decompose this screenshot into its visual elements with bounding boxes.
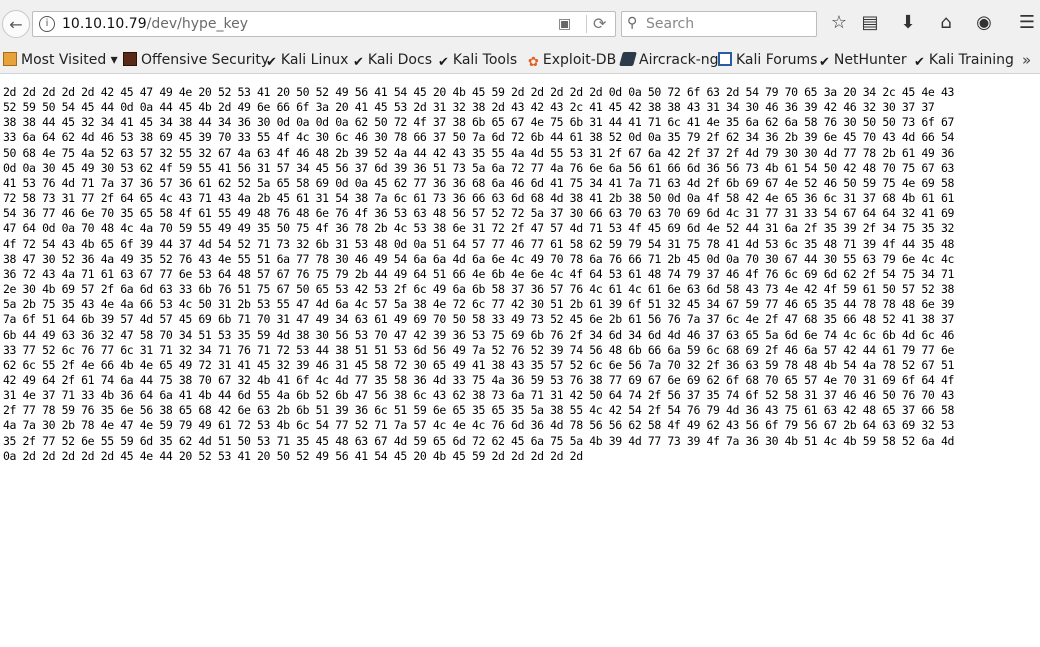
hex-line: 6b 44 49 63 36 32 47 58 70 34 51 53 35 5…	[3, 327, 954, 342]
hex-line: 62 6c 55 2f 4e 66 4b 4e 65 49 72 31 41 4…	[3, 357, 954, 372]
kali-dragon-icon: ✔	[914, 55, 925, 70]
hex-line: 50 68 4e 75 4a 52 63 57 32 55 32 67 4a 6…	[3, 145, 954, 160]
hex-line: 2e 30 4b 69 57 2f 6a 6d 63 33 6b 76 51 7…	[3, 282, 954, 297]
folder-icon	[3, 52, 17, 66]
bookmark-offensive-security[interactable]: Offensive Security	[123, 52, 269, 68]
reload-icon[interactable]: ⟳	[593, 14, 606, 33]
hex-line: 72 58 73 31 77 2f 64 65 4c 43 71 43 4a 2…	[3, 191, 954, 206]
hex-line: 33 6a 64 62 4d 46 53 38 69 45 39 70 33 5…	[3, 130, 954, 145]
forum-icon	[718, 52, 732, 66]
navigation-toolbar: ← i 10.10.10.79/dev/hype_key ▣ ⟳ ⚲ Searc…	[0, 0, 1040, 48]
url-bar-divider	[586, 15, 587, 33]
hex-line: 33 77 52 6c 76 77 6c 31 71 32 34 71 76 7…	[3, 342, 954, 357]
hex-line: 38 38 44 45 32 34 41 45 34 38 44 34 36 3…	[3, 115, 954, 130]
kali-dragon-icon: ✔	[438, 55, 449, 70]
hex-line: 47 64 0d 0a 70 48 4c 4a 70 59 55 49 49 3…	[3, 221, 954, 236]
menu-icon[interactable]: ☰	[1016, 12, 1038, 34]
url-text[interactable]: 10.10.10.79/dev/hype_key	[62, 16, 248, 32]
hex-line: 5a 2b 75 35 43 4e 4a 66 53 4c 50 31 2b 5…	[3, 297, 954, 312]
bookmark-kali-docs[interactable]: ✔ Kali Docs	[353, 52, 432, 70]
aircrack-icon	[619, 52, 637, 66]
library-icon[interactable]: ▤	[859, 12, 881, 34]
bookmark-label: Most Visited	[21, 52, 107, 68]
bookmark-label: Exploit-DB	[542, 52, 617, 68]
back-arrow-icon: ←	[9, 14, 23, 34]
hex-line: 0d 0a 30 45 49 30 53 62 4f 59 55 41 56 3…	[3, 160, 954, 175]
home-icon[interactable]: ⌂	[935, 12, 957, 34]
hex-line: 38 47 30 52 36 4a 49 35 52 76 43 4e 55 5…	[3, 251, 954, 266]
bookmark-label: Kali Tools	[452, 52, 518, 68]
bookmark-exploit-db[interactable]: ✿ Exploit-DB	[528, 52, 616, 70]
bookmark-nethunter[interactable]: ✔ NetHunter	[819, 52, 907, 70]
hex-line: 2f 77 78 59 76 35 6e 56 38 65 68 42 6e 6…	[3, 403, 954, 418]
offsec-icon	[123, 52, 137, 66]
url-host: 10.10.10.79	[62, 16, 147, 32]
kali-dragon-icon: ✔	[266, 55, 277, 70]
hex-line: 35 2f 77 52 6e 55 59 6d 35 62 4d 51 50 5…	[3, 433, 954, 448]
site-info-icon[interactable]: i	[39, 16, 55, 32]
pocket-icon[interactable]: ◉	[973, 12, 995, 34]
hex-dump-text: 2d 2d 2d 2d 2d 42 45 47 49 4e 20 52 53 4…	[3, 85, 1037, 464]
hex-line: 36 72 43 4a 71 61 63 67 77 6e 53 64 48 5…	[3, 266, 954, 281]
back-button[interactable]: ←	[2, 10, 30, 38]
hex-line: 54 36 77 46 6e 70 35 65 58 4f 61 55 49 4…	[3, 206, 954, 221]
hex-line: 4f 72 54 43 4b 65 6f 39 44 37 4d 54 52 7…	[3, 236, 954, 251]
bookmark-label: Kali Forums	[736, 52, 818, 68]
downloads-icon[interactable]: ⬇	[897, 12, 919, 34]
hex-line: 2d 2d 2d 2d 2d 42 45 47 49 4e 20 52 53 4…	[3, 85, 954, 99]
reader-view-icon[interactable]: ▣	[558, 16, 571, 32]
search-icon: ⚲	[627, 15, 638, 31]
hex-line: 41 53 76 4d 71 7a 37 36 57 36 61 62 52 5…	[3, 175, 954, 190]
kali-dragon-icon: ✔	[819, 55, 830, 70]
hex-line: 42 49 64 2f 61 74 6a 44 75 38 70 67 32 4…	[3, 372, 954, 387]
bookmarks-toolbar: Most Visited ▾ Offensive Security ✔ Kali …	[0, 48, 1040, 74]
bookmark-label: Aircrack-ng	[639, 52, 719, 68]
bookmark-label: Offensive Security	[141, 52, 270, 68]
hex-line-footer: 0a 2d 2d 2d 2d 2d 45 4e 44 20 52 53 41 2…	[3, 448, 583, 463]
page-content: 2d 2d 2d 2d 2d 42 45 47 49 4e 20 52 53 4…	[3, 85, 1037, 645]
bookmark-label: Kali Linux	[280, 52, 349, 68]
kali-dragon-icon: ✔	[353, 55, 364, 70]
bookmark-label: Kali Docs	[367, 52, 432, 68]
hex-line: 52 59 50 54 45 44 0d 0a 44 45 4b 2d 49 6…	[3, 100, 935, 115]
bookmark-star-icon[interactable]: ☆	[828, 12, 850, 34]
bookmark-kali-forums[interactable]: Kali Forums	[718, 52, 817, 68]
bookmark-label: Kali Training	[928, 52, 1014, 68]
bookmarks-overflow-chevron-icon[interactable]: »	[1022, 51, 1031, 69]
exploit-db-icon: ✿	[528, 55, 539, 70]
hex-line: 7a 6f 51 64 6b 39 57 4d 57 45 69 6b 71 7…	[3, 312, 954, 327]
bookmark-kali-training[interactable]: ✔ Kali Training	[914, 52, 1014, 70]
bookmark-label: NetHunter	[833, 52, 907, 68]
search-input[interactable]: ⚲ Search	[621, 11, 817, 37]
bookmark-most-visited[interactable]: Most Visited ▾	[3, 52, 118, 68]
bookmark-kali-tools[interactable]: ✔ Kali Tools	[438, 52, 517, 70]
url-path: /dev/hype_key	[146, 16, 248, 32]
hex-line: 4a 7a 30 2b 78 4e 47 4e 59 79 49 61 72 5…	[3, 418, 954, 433]
url-bar[interactable]: i 10.10.10.79/dev/hype_key ▣ ⟳	[32, 11, 616, 37]
hex-line: 31 4e 37 71 33 4b 36 64 6a 41 4b 44 6d 5…	[3, 388, 954, 403]
bookmark-kali-linux[interactable]: ✔ Kali Linux	[266, 52, 348, 70]
search-placeholder: Search	[646, 16, 695, 32]
bookmark-aircrack-ng[interactable]: Aircrack-ng	[619, 52, 719, 68]
